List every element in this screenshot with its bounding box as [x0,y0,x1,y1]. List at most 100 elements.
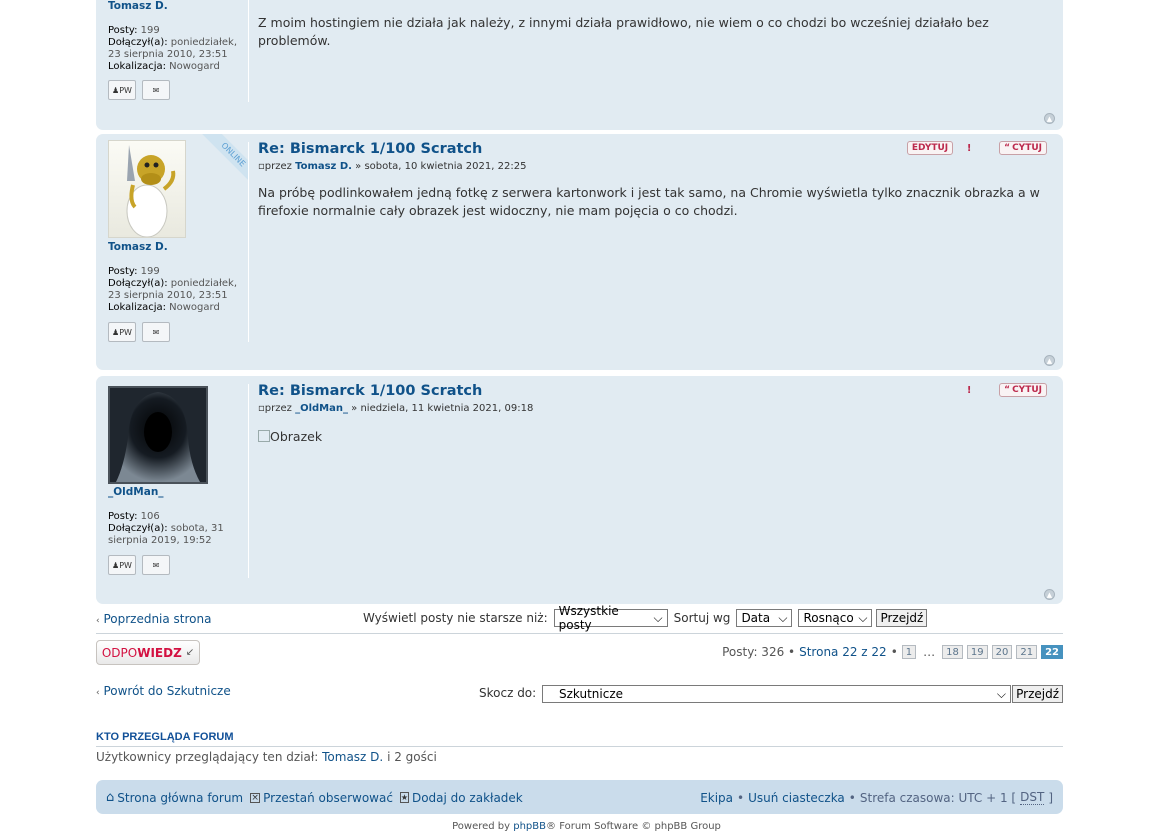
post-title[interactable]: Re: Bismarck 1/100 Scratch [258,383,482,399]
contact-icons: ♟ PW ✉ [108,322,170,342]
pm-label: PW [119,560,132,570]
phpbb-link[interactable]: phpBB [513,821,546,832]
chevron-left-icon: ‹ [96,616,100,626]
back-to-forum-link[interactable]: ‹ Powrót do Szkutnicze [96,684,231,698]
jump-value: Szkutnicze [559,687,624,701]
report-icon[interactable]: ! [961,141,977,155]
report-icon[interactable]: ! [961,383,977,397]
chevron-down-icon: ⌵ [858,610,868,625]
avatar [108,386,208,484]
author-link[interactable]: _OldMan_ [108,486,244,498]
navbar-footer: ⌂ Strona główna forum × Przestań obserwowa… [96,780,1063,814]
post-body: Re: Bismarck 1/100 Scratch ▫przez _OldMa… [258,383,873,414]
topic-actions-bottom: ODPO WIEDZ ↙ Posty: 326 • Strona 22 z 22 •… [96,640,1063,666]
edit-button[interactable]: EDYTUJ [906,141,954,155]
team-link[interactable]: Ekipa [700,791,733,805]
quote-label: CYTUJ [1012,385,1042,395]
page-ellipsis: … [923,645,936,659]
delete-cookies-link[interactable]: Usuń ciasteczka [748,791,845,805]
jump-label: Skocz do: [479,686,537,700]
sort-select[interactable]: Data ⌵ [736,609,793,627]
quote-icon: “ [1004,385,1011,395]
order-value: Rosnąco [803,611,854,625]
joined-value-2: sierpnia 2019, 19:52 [108,535,212,546]
page-link-21[interactable]: 21 [1016,645,1038,659]
joined-label: Dołączył(a): [108,37,168,48]
author-info: Posty: 106 Dołączył(a): sobota, 31 sierp… [108,511,244,547]
dst-label: DST [1020,790,1045,805]
order-select[interactable]: Rosnąco ⌵ [798,609,873,627]
bookmark-label: Dodaj do zakładek [411,790,523,805]
sort-form: Wyświetl posty nie starsze niż: Wszystki… [363,604,928,632]
pm-button[interactable]: ♟ PW [108,80,136,100]
pm-button[interactable]: ♟ PW [108,322,136,342]
sort-go-button[interactable]: Przejdź [876,609,928,627]
post-count: Posty: 326 • [722,645,796,659]
contact-icons: ♟ PW ✉ [108,80,170,100]
pm-label: PW [119,85,132,95]
quote-button[interactable]: “CYTUJ [999,141,1047,155]
reply-label-2: WIEDZ [137,645,182,660]
chevron-down-icon: ⌵ [653,610,663,625]
author-link[interactable]: Tomasz D. [108,0,244,12]
post-date: » sobota, 10 kwietnia 2021, 22:25 [355,161,527,172]
posts-label: Posty: [108,25,138,36]
jumpbox-row: ‹ Powrót do Szkutnicze Skocz do: Szkutni… [96,683,1063,703]
page-link-20[interactable]: 20 [991,645,1013,659]
navbar-left: ⌂ Strona główna forum × Przestań obserwowa… [106,790,523,805]
page-link-18[interactable]: 18 [942,645,963,659]
unwatch-icon: × [250,792,261,803]
meta-prefix: przez [264,161,292,172]
posts-count: 106 [140,511,160,522]
post-body: Z moim hostingiem nie działa jak należy,… [258,14,1047,50]
user-icon: ♟ [112,327,120,337]
email-button[interactable]: ✉ [142,555,170,575]
pm-button[interactable]: ♟ PW [108,555,136,575]
joined-value-2: 23 sierpnia 2010, 23:51 [108,290,228,301]
meta-author-link[interactable]: Tomasz D. [295,161,352,172]
user-icon: ♟ [112,85,120,95]
bookmark-link[interactable]: ★ Dodaj do zakładek [399,790,523,805]
bullet: • [737,790,745,805]
post-content-wrap: Na próbę podlinkowałem jedną fotkę z ser… [258,184,1047,220]
email-button[interactable]: ✉ [142,322,170,342]
post-icon: ▫ [258,403,265,414]
posts-count: 199 [140,25,160,36]
back-to-top-icon[interactable]: ▲ [1044,589,1055,600]
jump-select[interactable]: Szkutnicze ⌵ [542,685,1011,703]
back-to-top-icon[interactable]: ▲ [1044,355,1055,366]
prev-page-label: Poprzednia strona [103,612,212,626]
meta-author-link[interactable]: _OldMan_ [295,403,348,414]
post-profile: Tomasz D. Posty: 199 Dołączył(a): ponied… [108,241,244,314]
page-jump-link[interactable]: Strona 22 z 22 [799,645,887,659]
joined-value-2: 23 sierpnia 2010, 23:51 [108,49,228,60]
powered-by-label: Powered by [452,821,511,832]
quote-button[interactable]: “CYTUJ [999,383,1047,397]
contact-icons: ♟ PW ✉ [108,555,170,575]
days-select[interactable]: Wszystkie posty ⌵ [553,604,668,632]
posts-count: 199 [140,266,160,277]
online-ribbon: ONLINE [191,134,249,192]
email-button[interactable]: ✉ [142,80,170,100]
online-label: ONLINE [199,134,249,189]
joined-label: Dołączył(a): [108,278,168,289]
page-link-1[interactable]: 1 [901,645,917,659]
author-link[interactable]: Tomasz D. [108,241,244,253]
post-2: ONLINE Tomasz D. Posty: 199 Dołączył(a):… [96,134,1063,370]
post-buttons: ! “CYTUJ [961,383,1047,397]
image-alt-text: Obrazek [270,429,323,444]
who-text: Użytkownicy przeglądający ten dział: Tom… [96,750,437,764]
home-link[interactable]: ⌂ Strona główna forum [106,790,243,805]
page-current-22: 22 [1041,645,1063,659]
author-info: Posty: 199 Dołączył(a): poniedziałek, 23… [108,266,244,314]
pagination: Posty: 326 • Strona 22 z 22 • 1 … 18 19 … [722,645,1063,659]
reply-button[interactable]: ODPO WIEDZ ↙ [96,640,200,665]
post-buttons: EDYTUJ ! “CYTUJ [906,141,1047,155]
prev-page-link[interactable]: ‹ Poprzednia strona [96,612,211,626]
back-to-top-icon[interactable]: ▲ [1044,113,1055,124]
unwatch-link[interactable]: × Przestań obserwować [250,791,393,805]
jump-go-button[interactable]: Przejdź [1012,685,1063,703]
page-link-19[interactable]: 19 [966,645,988,659]
who-user-link[interactable]: Tomasz D. [322,750,383,764]
post-title[interactable]: Re: Bismarck 1/100 Scratch [258,141,482,157]
